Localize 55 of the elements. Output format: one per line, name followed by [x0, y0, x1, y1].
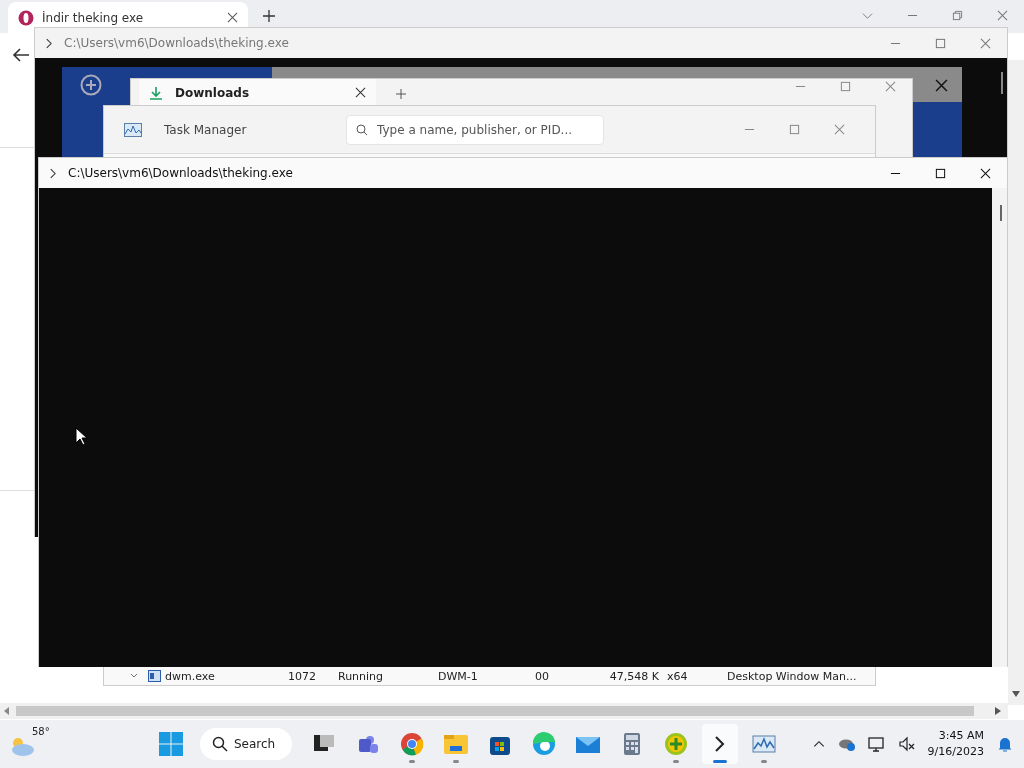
plus-circle-icon [663, 731, 689, 757]
expand-icon[interactable] [130, 673, 138, 679]
scroll-thumb[interactable] [16, 706, 974, 716]
plus-icon[interactable] [396, 89, 406, 99]
scroll-down-icon[interactable] [1012, 691, 1020, 697]
search-field[interactable]: Type a name, publisher, or PID... [346, 114, 604, 145]
table-cell-text: Running [338, 669, 385, 683]
download-icon [149, 85, 163, 100]
speaker-muted-icon[interactable] [897, 735, 916, 753]
plus-circle-icon [80, 74, 102, 96]
search-icon [212, 736, 228, 752]
maximize-icon[interactable] [935, 167, 946, 179]
process-row[interactable]: dwm.exe 1072 Running DWM-1 00 47,548 K x64 Desktop Window Man... [104, 667, 875, 685]
table-cell-text: x64 [667, 669, 689, 683]
scroll-right-icon[interactable] [995, 707, 1001, 715]
running-indicator [409, 760, 415, 763]
running-indicator [761, 760, 767, 763]
taskbar-app[interactable] [702, 724, 738, 764]
start-icon[interactable] [156, 729, 186, 759]
search-button[interactable]: Search [200, 728, 292, 760]
bell-icon[interactable] [996, 735, 1014, 753]
chevron-icon [45, 37, 52, 49]
app-title: Task Manager [164, 122, 248, 137]
scroll-left-icon[interactable] [4, 707, 10, 715]
close-icon[interactable] [980, 167, 991, 179]
running-indicator [713, 760, 727, 763]
running-indicator [673, 760, 679, 763]
browser-icon [399, 731, 425, 757]
table-cell: Desktop Window Man... [727, 669, 857, 683]
chevron-down-icon[interactable] [862, 10, 873, 21]
close-icon[interactable] [355, 87, 366, 98]
chevron-icon [49, 167, 56, 179]
scroll-thumb[interactable] [1000, 205, 1002, 221]
browser-logo-icon [18, 9, 34, 26]
search-icon [356, 123, 368, 136]
window-title: C:\Users\vm6\Downloads\theking.exe [64, 36, 290, 50]
monitor-icon[interactable] [867, 735, 886, 753]
process-name: dwm.exe [165, 669, 215, 683]
window-title: C:\Users\vm6\Downloads\theking.exe [68, 166, 294, 180]
close-icon[interactable] [227, 12, 238, 23]
running-indicator [453, 760, 459, 763]
pointer-icon [75, 427, 87, 446]
clock[interactable]: 3:45 AM 9/16/2023 [927, 728, 984, 760]
table-cell-text: 47,548 K [608, 669, 660, 683]
table-cell-text: DWM-1 [438, 669, 479, 683]
downloads-tab[interactable]: Downloads [139, 79, 376, 106]
table-cell-text: 00 [535, 669, 550, 683]
plus-icon[interactable] [262, 9, 276, 23]
table-cell-text: 1072 [288, 669, 317, 683]
chart-icon [124, 122, 142, 137]
restore-icon[interactable] [952, 10, 963, 21]
back-arrow-icon[interactable] [12, 47, 30, 63]
process-icon [148, 670, 161, 682]
temperature: 58° [32, 726, 50, 737]
scroll-thumb[interactable] [1001, 72, 1003, 94]
